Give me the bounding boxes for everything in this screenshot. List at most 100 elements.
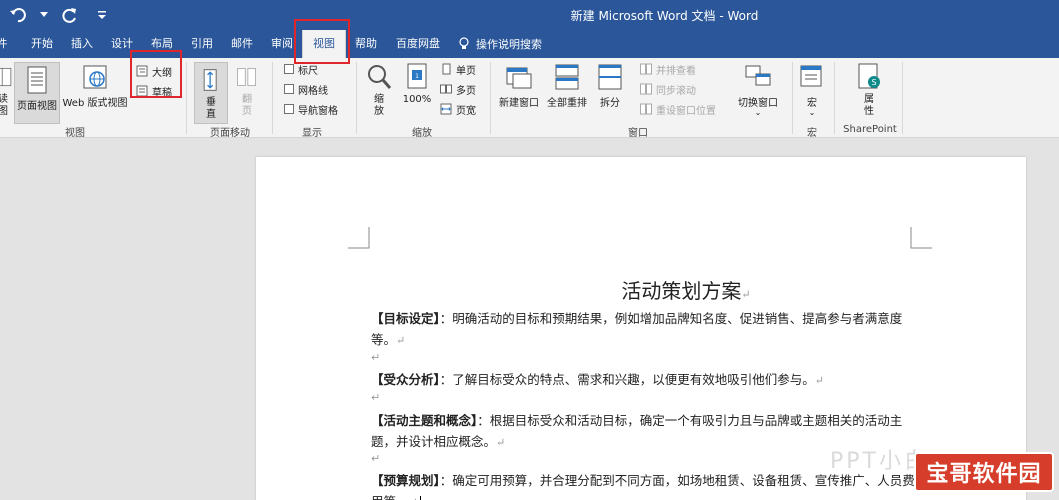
view-tab-highlight: [294, 19, 350, 64]
tab-help[interactable]: 帮助: [348, 30, 384, 58]
tab-home[interactable]: 开始: [24, 30, 60, 58]
tab-insert[interactable]: 插入: [64, 30, 100, 58]
tab-baidu-netdisk[interactable]: 百度网盘: [390, 30, 446, 58]
tab-references[interactable]: 引用: [184, 30, 220, 58]
split-label: 拆分: [600, 98, 620, 109]
split-icon: [598, 64, 622, 90]
gridlines-label: 网格线: [298, 85, 328, 97]
read-mode-icon: [0, 67, 12, 87]
page-width-button[interactable]: 页宽: [440, 100, 476, 118]
print-layout-icon: [27, 66, 47, 94]
group-separator: [356, 62, 357, 134]
web-layout-button[interactable]: Web 版式视图: [60, 62, 130, 109]
sharepoint-properties-icon: S: [858, 63, 880, 89]
split-button[interactable]: 拆分: [594, 62, 626, 109]
paragraph-heading: 【活动主题和概念】: [371, 413, 478, 428]
document-title[interactable]: 活动策划方案↵: [256, 275, 1026, 304]
outline-highlight: [130, 50, 182, 98]
tab-file[interactable]: 件: [0, 30, 10, 58]
multiple-pages-label: 多页: [456, 85, 476, 97]
new-window-icon: [506, 67, 532, 89]
side-by-side-icon: [640, 63, 652, 75]
paragraph-heading: 【受众分析】: [371, 372, 440, 387]
web-layout-label: Web 版式视图: [62, 98, 128, 109]
checkbox-icon: [284, 64, 294, 74]
zoom-100-icon: 1: [407, 63, 427, 89]
reset-window-icon: [640, 103, 652, 115]
gridlines-checkbox[interactable]: 网格线: [284, 80, 328, 98]
one-page-label: 单页: [456, 65, 476, 77]
group-label-sharepoint: SharePoint: [843, 124, 897, 135]
reset-window-position-label: 重设窗口位置: [656, 105, 716, 117]
vertical-button[interactable]: 垂 直: [194, 62, 228, 124]
switch-windows-button[interactable]: 切换窗口 ⌄: [733, 62, 783, 117]
arrange-all-button[interactable]: 全部重排: [544, 62, 590, 109]
word-window: 新建 Microsoft Word 文档 - Word 件 开始 插入 设计 布…: [0, 0, 1059, 500]
document-title-text: 活动策划方案: [621, 279, 742, 303]
paragraph-mark: ↵: [741, 288, 751, 301]
page-width-label: 页宽: [456, 105, 476, 117]
text-cursor: [419, 495, 421, 500]
chevron-down-icon: ⌄: [808, 108, 816, 117]
zoom-label: 缩 放: [374, 94, 384, 117]
group-separator: [490, 62, 491, 134]
paragraph-mark: ↵: [814, 374, 824, 387]
read-mode-label: 读 图: [0, 94, 8, 117]
tell-me-search[interactable]: 操作说明搜索: [458, 30, 542, 58]
sync-scroll-icon: [640, 83, 652, 95]
group-label-macros: 宏: [807, 128, 817, 139]
reset-window-position-button[interactable]: 重设窗口位置: [640, 100, 716, 118]
side-to-side-button[interactable]: 翻 页: [232, 62, 262, 118]
paragraph[interactable]: 【受众分析】：了解目标受众的特点、需求和兴趣，以便更有效地吸引他们参与。↵: [371, 369, 916, 391]
window-title: 新建 Microsoft Word 文档 - Word: [570, 9, 759, 23]
tab-mailings[interactable]: 邮件: [224, 30, 260, 58]
vertical-label: 垂 直: [206, 97, 216, 120]
paragraph-body: ：确定可用预算，并合理分配到不同方面，如场地租赁、设备租赁、宣传推广、人员费用等…: [371, 473, 915, 500]
crop-mark-top-left: [348, 227, 370, 249]
print-layout-label: 页面视图: [17, 101, 57, 112]
new-window-button[interactable]: 新建窗口: [496, 62, 542, 109]
macros-button[interactable]: 宏 ⌄: [798, 62, 826, 117]
zoom-100-button[interactable]: 1 100%: [400, 62, 434, 105]
paragraph-heading: 【预算规划】: [371, 473, 440, 488]
navigation-pane-label: 导航窗格: [298, 105, 338, 117]
group-separator: [902, 62, 903, 134]
read-mode-button[interactable]: 读 图: [0, 62, 14, 118]
group-label-views: 视图: [65, 128, 85, 139]
group-label-window: 窗口: [628, 128, 648, 139]
paragraph-mark: ↵: [396, 334, 406, 347]
group-label-page-movement: 页面移动: [210, 128, 250, 139]
synchronous-scrolling-button[interactable]: 同步滚动: [640, 80, 696, 98]
navigation-pane-checkbox[interactable]: 导航窗格: [284, 100, 338, 118]
svg-text:S: S: [871, 78, 876, 87]
print-layout-button[interactable]: 页面视图: [14, 62, 60, 124]
lightbulb-icon: [459, 37, 469, 49]
group-separator: [792, 62, 793, 134]
checkbox-icon: [284, 104, 294, 114]
one-page-button[interactable]: 单页: [440, 60, 476, 78]
zoom-button[interactable]: 缩 放: [364, 62, 394, 118]
new-window-label: 新建窗口: [499, 98, 539, 109]
empty-paragraph-mark: ↵: [371, 452, 381, 465]
paragraph[interactable]: 【目标设定】：明确活动的目标和预期结果，例如增加品牌知名度、促进销售、提高参与者…: [371, 308, 916, 351]
paragraph-heading: 【目标设定】: [371, 311, 440, 326]
switch-windows-label: 切换窗口: [738, 98, 778, 109]
chevron-down-icon: ⌄: [754, 108, 762, 117]
group-label-show: 显示: [302, 128, 322, 139]
group-separator: [272, 62, 273, 134]
synchronous-scrolling-label: 同步滚动: [656, 85, 696, 97]
svg-text:1: 1: [415, 73, 419, 80]
multiple-pages-icon: [440, 84, 452, 94]
view-side-by-side-button[interactable]: 并排查看: [640, 60, 696, 78]
macro-icon: [800, 65, 822, 87]
properties-button[interactable]: S 属 性: [852, 62, 886, 118]
multiple-pages-button[interactable]: 多页: [440, 80, 476, 98]
group-label-zoom: 缩放: [412, 128, 432, 139]
zoom-100-label: 100%: [402, 94, 432, 105]
paragraph-mark: ↵: [409, 496, 418, 500]
paragraph-body: ：明确活动的目标和预期结果，例如增加品牌知名度、促进销售、提高参与者满意度等。: [371, 311, 903, 347]
vertical-scroll-icon: [203, 69, 217, 91]
group-separator: [186, 62, 187, 134]
switch-windows-icon: [745, 65, 771, 86]
crop-mark-top-right: [910, 227, 932, 249]
